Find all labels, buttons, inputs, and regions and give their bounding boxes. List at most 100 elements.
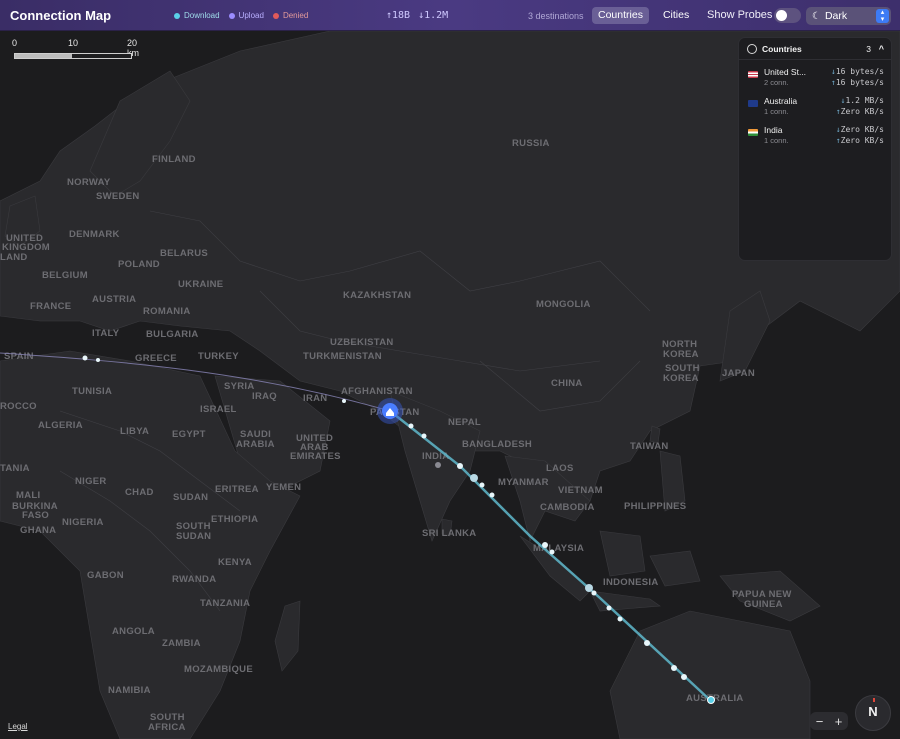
svg-text:NORWAY: NORWAY (67, 177, 111, 188)
svg-text:NIGER: NIGER (75, 476, 107, 487)
hop-point (617, 616, 623, 622)
hop-point (489, 492, 495, 498)
svg-text:FINLAND: FINLAND (152, 154, 196, 165)
country-name: India (764, 125, 783, 135)
show-probes-toggle[interactable] (774, 8, 801, 23)
hop-point (435, 462, 441, 468)
svg-text:ITALY: ITALY (92, 328, 120, 339)
svg-text:MOZAMBIQUE: MOZAMBIQUE (184, 664, 253, 675)
svg-text:EGYPT: EGYPT (172, 429, 206, 440)
upload-rate: ↑16 bytes/s (831, 78, 884, 87)
toggle-knob (776, 10, 787, 21)
svg-text:MONGOLIA: MONGOLIA (536, 299, 591, 310)
traffic-legend: Download Upload Denied (174, 11, 308, 20)
country-row-united-states[interactable]: United St... 2 conn. ↓16 bytes/s ↑16 byt… (739, 66, 891, 92)
chevron-updown-icon: ▴ ▾ (876, 9, 889, 23)
countries-count: 3 (866, 43, 871, 54)
svg-text:TURKEY: TURKEY (198, 351, 239, 362)
upload-rate: ↑Zero KB/s (835, 136, 884, 145)
upload-rate: ↑Zero KB/s (835, 107, 884, 116)
tab-countries[interactable]: Countries (592, 7, 649, 24)
country-name: Australia (764, 96, 798, 106)
hop-point (421, 433, 427, 439)
show-probes-label: Show Probes (707, 9, 773, 21)
svg-text:LAOS: LAOS (546, 463, 574, 474)
svg-text:TAIWAN: TAIWAN (630, 441, 669, 452)
scale-label-0: 0 (12, 38, 18, 48)
svg-text:ARABIA: ARABIA (236, 439, 275, 450)
country-row-india[interactable]: India 1 conn. ↓Zero KB/s ↑Zero KB/s (739, 124, 891, 150)
destinations-count: 3 destinations (528, 11, 584, 21)
chevron-up-icon[interactable]: ^ (879, 44, 884, 54)
theme-select[interactable]: ☾ Dark ▴ ▾ (806, 7, 891, 25)
svg-text:ROCCO: ROCCO (0, 401, 37, 412)
download-rate: ↓16 bytes/s (831, 67, 884, 76)
country-row-australia[interactable]: Australia 1 conn. ↓1.2 MB/s ↑Zero KB/s (739, 95, 891, 121)
zoom-in-button[interactable]: + (835, 714, 843, 729)
svg-text:GREECE: GREECE (135, 353, 177, 364)
svg-text:MYANMAR: MYANMAR (498, 477, 549, 488)
svg-text:KAZAKHSTAN: KAZAKHSTAN (343, 290, 411, 301)
total-rates: ↑18B ↓1.2M (386, 10, 448, 21)
svg-text:KOREA: KOREA (663, 349, 699, 360)
svg-text:DENMARK: DENMARK (69, 229, 120, 240)
compass-button[interactable]: N (855, 695, 891, 731)
svg-text:MALI: MALI (16, 490, 40, 501)
svg-text:GABON: GABON (87, 570, 124, 581)
svg-text:SPAIN: SPAIN (4, 351, 34, 362)
svg-text:EMIRATES: EMIRATES (290, 451, 341, 462)
svg-text:JAPAN: JAPAN (722, 368, 755, 379)
hop-point (408, 423, 414, 429)
svg-text:POLAND: POLAND (118, 259, 160, 270)
svg-text:GUINEA: GUINEA (744, 599, 783, 610)
moon-icon: ☾ (812, 10, 821, 22)
svg-text:ZAMBIA: ZAMBIA (162, 638, 201, 649)
svg-text:TANZANIA: TANZANIA (200, 598, 250, 609)
svg-text:AFRICA: AFRICA (148, 722, 186, 733)
svg-text:UKRAINE: UKRAINE (178, 279, 223, 290)
app-title: Connection Map (10, 8, 112, 23)
download-rate: ↓Zero KB/s (835, 125, 884, 134)
svg-text:INDONESIA: INDONESIA (603, 577, 658, 588)
zoom-out-button[interactable]: − (816, 714, 824, 729)
country-conn: 1 conn. (764, 136, 789, 145)
svg-text:PHILIPPINES: PHILIPPINES (624, 501, 686, 512)
svg-text:ERITREA: ERITREA (215, 484, 259, 495)
hop-point (644, 640, 650, 646)
svg-text:TUNISIA: TUNISIA (72, 386, 112, 397)
theme-value: Dark (824, 10, 848, 22)
svg-text:YEMEN: YEMEN (266, 482, 301, 493)
svg-text:SUDAN: SUDAN (176, 531, 211, 542)
hop-point (342, 399, 346, 403)
legal-link[interactable]: Legal (8, 722, 28, 731)
svg-text:RUSSIA: RUSSIA (512, 138, 550, 149)
svg-text:GHANA: GHANA (20, 525, 56, 536)
countries-panel-title: Countries (762, 43, 802, 54)
svg-text:SRI LANKA: SRI LANKA (422, 528, 476, 539)
legend-download: Download (174, 11, 220, 20)
svg-text:FASO: FASO (22, 510, 49, 521)
scale-bar-graphic (14, 53, 132, 59)
svg-text:UZBEKISTAN: UZBEKISTAN (330, 337, 394, 348)
view-segmented-control: Countries Cities (592, 7, 697, 24)
hop-point (82, 355, 88, 361)
zoom-control: − + (810, 712, 848, 730)
hop-point (585, 584, 593, 592)
svg-text:AUSTRIA: AUSTRIA (92, 294, 136, 305)
countries-panel-header[interactable]: Countries 3 ^ (739, 38, 891, 60)
hop-point (457, 463, 463, 469)
tab-cities[interactable]: Cities (655, 7, 697, 24)
svg-text:TANIA: TANIA (0, 463, 30, 474)
svg-text:BELARUS: BELARUS (160, 248, 208, 259)
svg-text:IRAQ: IRAQ (252, 391, 277, 402)
svg-text:SYRIA: SYRIA (224, 381, 255, 392)
svg-text:BANGLADESH: BANGLADESH (462, 439, 532, 450)
svg-text:ETHIOPIA: ETHIOPIA (211, 514, 258, 525)
svg-text:SUDAN: SUDAN (173, 492, 208, 503)
country-name: United St... (764, 67, 807, 77)
hop-point (479, 482, 485, 488)
globe-icon (747, 43, 757, 54)
svg-text:AUSTRALIA: AUSTRALIA (686, 693, 744, 704)
svg-text:ROMANIA: ROMANIA (143, 306, 191, 317)
title-bar: Connection Map Download Upload Denied ↑1… (0, 0, 900, 31)
